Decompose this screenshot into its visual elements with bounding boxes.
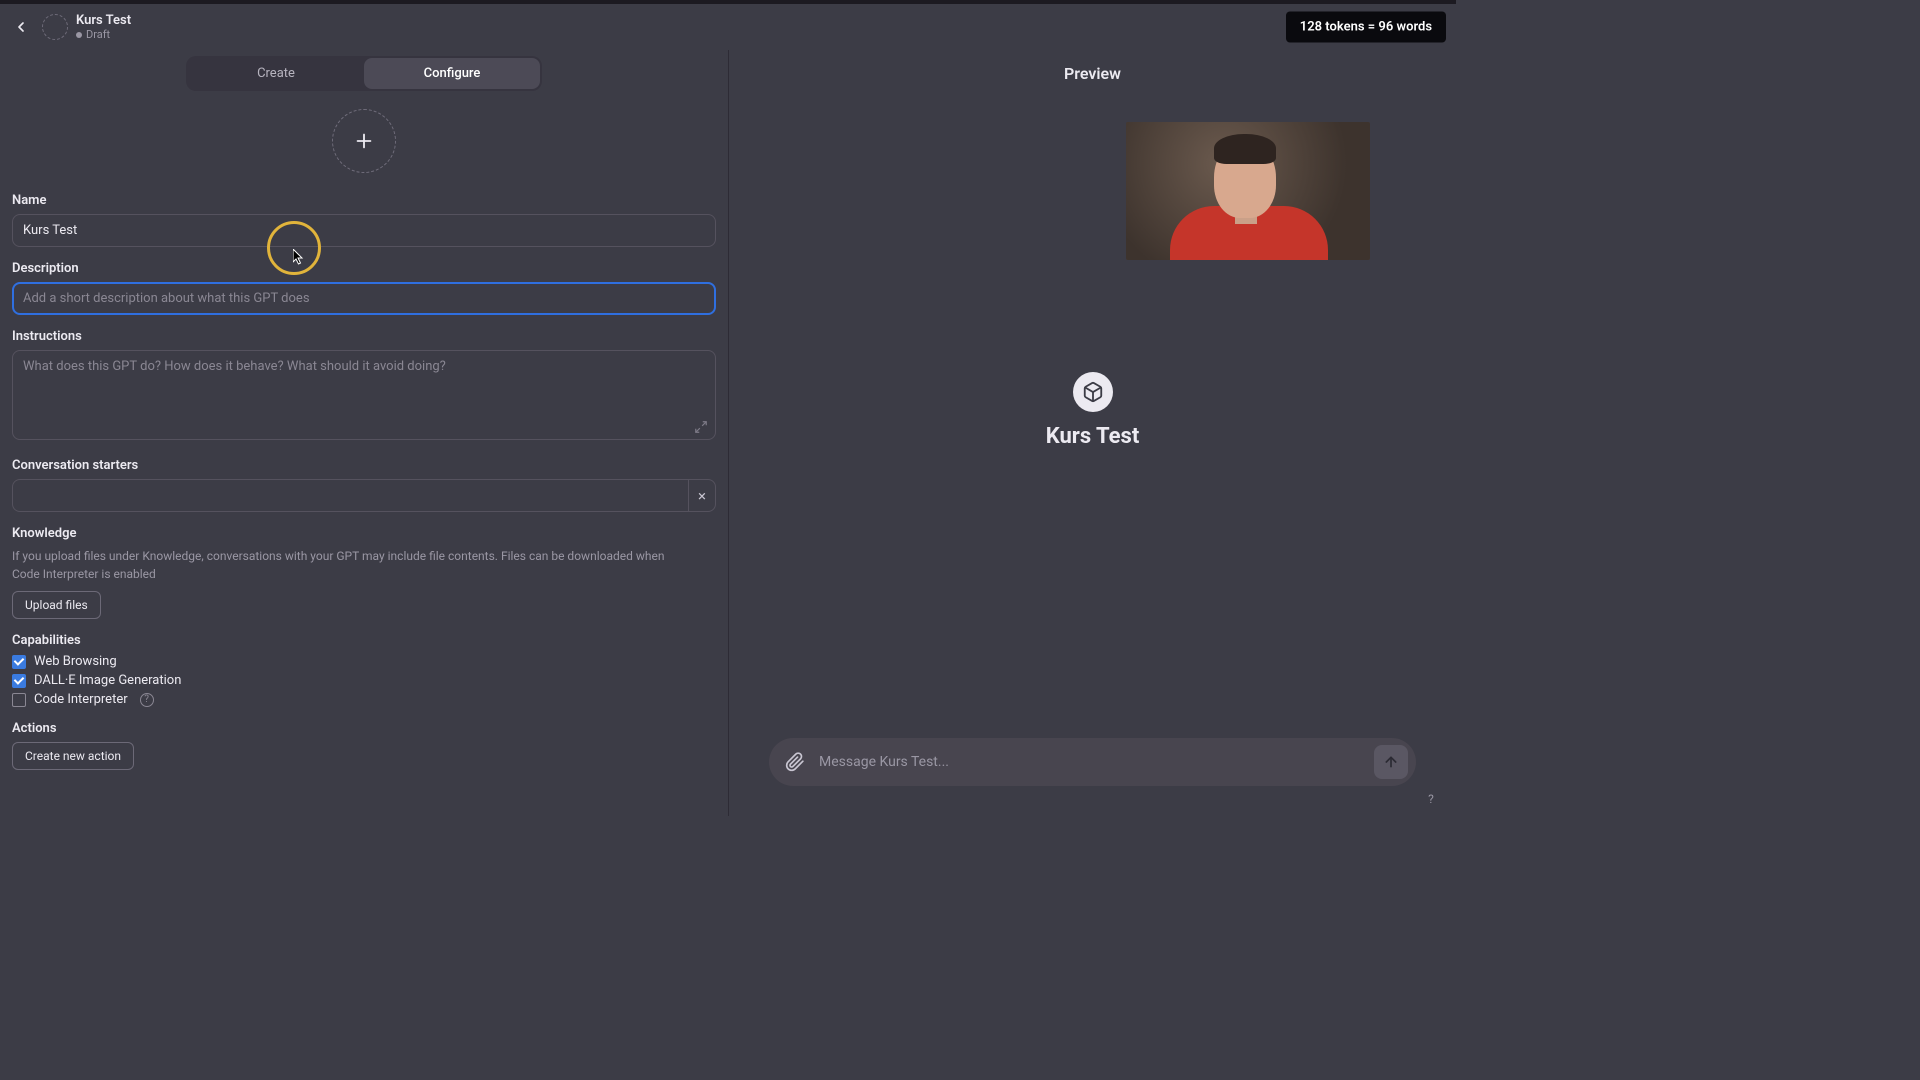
webcam-overlay [1126, 122, 1370, 260]
name-label: Name [12, 193, 716, 208]
cap-code-label: Code Interpreter [34, 692, 128, 707]
attach-button[interactable] [783, 750, 807, 774]
knowledge-label: Knowledge [12, 526, 716, 541]
tab-configure[interactable]: Configure [364, 58, 540, 89]
checkbox-code-interpreter[interactable] [12, 693, 26, 707]
preview-message-input[interactable] [819, 754, 1362, 770]
cap-dalle-label: DALL·E Image Generation [34, 673, 181, 688]
capabilities-label: Capabilities [12, 633, 716, 648]
remove-starter-button[interactable]: × [688, 479, 716, 512]
preview-gpt-name: Kurs Test [1046, 424, 1140, 449]
configure-panel: Create Configure Name Description Instru… [0, 50, 729, 816]
conversation-starter-input[interactable] [12, 479, 688, 512]
instructions-textarea[interactable] [12, 350, 716, 440]
preview-message-bar [769, 738, 1416, 786]
cap-web-label: Web Browsing [34, 654, 117, 669]
checkbox-web-browsing[interactable] [12, 655, 26, 669]
name-input[interactable] [12, 214, 716, 247]
preview-title: Preview [729, 64, 1456, 83]
expand-icon[interactable] [694, 419, 708, 438]
instructions-label: Instructions [12, 329, 716, 344]
add-avatar-button[interactable] [332, 109, 396, 173]
gpt-title: Kurs Test [76, 13, 131, 28]
conversation-starters-label: Conversation starters [12, 458, 716, 473]
gpt-avatar-placeholder [42, 14, 68, 40]
preview-gpt-icon [1073, 372, 1113, 412]
create-new-action-button[interactable]: Create new action [12, 742, 134, 770]
actions-label: Actions [12, 721, 716, 736]
upload-files-button[interactable]: Upload files [12, 591, 101, 619]
help-button[interactable]: ? [1422, 790, 1440, 808]
send-button[interactable] [1374, 745, 1408, 779]
checkbox-dalle[interactable] [12, 674, 26, 688]
description-label: Description [12, 261, 716, 276]
gpt-status: Draft [76, 28, 131, 41]
tab-create[interactable]: Create [188, 58, 364, 89]
description-input[interactable] [12, 282, 716, 315]
back-button[interactable] [8, 14, 34, 40]
token-counter-badge: 128 tokens = 96 words [1286, 12, 1446, 43]
preview-panel: Preview Kurs Test ? [729, 50, 1456, 816]
mode-tabs: Create Configure [186, 56, 542, 91]
knowledge-helper-text: If you upload files under Knowledge, con… [12, 547, 692, 583]
info-icon[interactable]: ? [140, 693, 154, 707]
app-header: Kurs Test Draft 128 tokens = 96 words [0, 4, 1456, 50]
